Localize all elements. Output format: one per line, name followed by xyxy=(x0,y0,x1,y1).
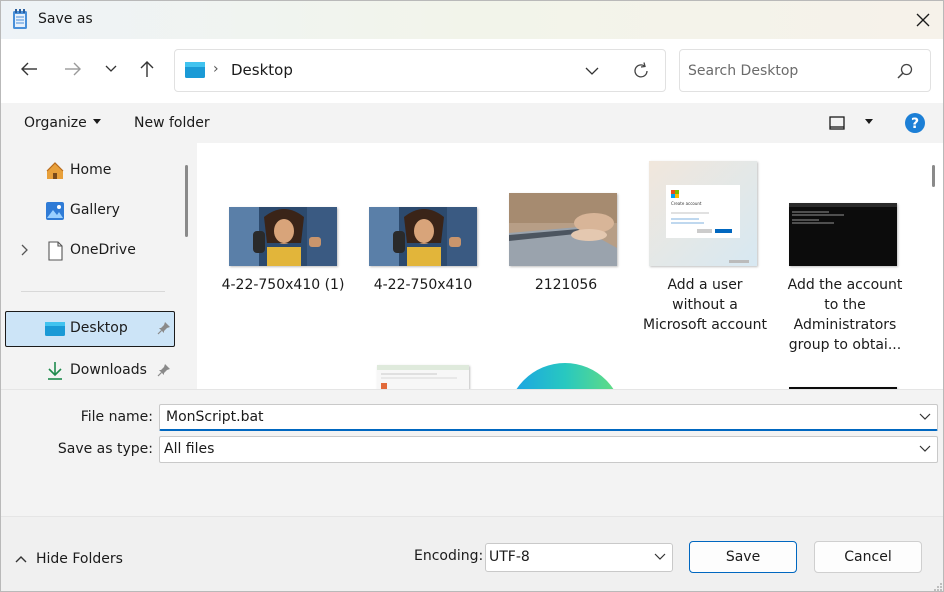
recent-locations-button[interactable] xyxy=(95,53,127,85)
file-name-combobox[interactable] xyxy=(159,404,938,431)
desktop-folder-icon xyxy=(45,322,65,336)
view-layout-icon[interactable] xyxy=(829,115,845,131)
image-thumbnail: Create account xyxy=(649,161,757,266)
file-name-input[interactable] xyxy=(166,409,866,425)
search-icon[interactable] xyxy=(896,62,914,80)
download-icon xyxy=(48,362,62,380)
organize-menu[interactable]: Organize xyxy=(24,115,101,131)
refresh-icon[interactable] xyxy=(631,61,651,81)
pin-icon[interactable] xyxy=(157,363,171,377)
image-thumbnail xyxy=(509,193,617,266)
sidebar-item-home[interactable]: Home xyxy=(5,153,175,189)
dialog-footer: Hide Folders Encoding: UTF-8 Save Cancel xyxy=(1,516,943,592)
up-button[interactable] xyxy=(131,53,163,85)
resize-grip-icon[interactable] xyxy=(933,582,943,592)
gallery-icon xyxy=(46,202,64,220)
file-name: 4-22-750x410 xyxy=(373,277,473,293)
sidebar-item-downloads[interactable]: Downloads xyxy=(5,353,175,389)
sidebar-item-label: Gallery xyxy=(70,202,120,218)
file-name: Add a user without a Microsoft account xyxy=(643,277,767,333)
home-icon xyxy=(46,162,64,179)
image-thumbnail xyxy=(369,207,477,266)
image-thumbnail xyxy=(229,207,337,266)
encoding-label: Encoding: xyxy=(414,548,484,564)
address-bar[interactable]: › Desktop xyxy=(174,49,666,92)
image-thumbnail[interactable] xyxy=(507,361,623,389)
pin-icon[interactable] xyxy=(157,321,171,335)
encoding-value: UTF-8 xyxy=(489,549,530,565)
image-thumbnail[interactable] xyxy=(377,365,469,389)
search-box[interactable] xyxy=(679,49,931,92)
navigation-pane: Home Gallery OneDrive Desktop Downloads xyxy=(1,143,195,389)
file-name: Add the account to the Administrators gr… xyxy=(787,277,903,353)
save-type-select[interactable]: All files xyxy=(159,436,938,463)
navigation-bar: › Desktop xyxy=(1,39,943,103)
file-list-scrollbar[interactable] xyxy=(932,165,935,187)
organize-label: Organize xyxy=(24,115,87,131)
onedrive-icon xyxy=(48,241,63,261)
breadcrumb-desktop[interactable]: Desktop xyxy=(231,61,293,79)
arrow-up-icon xyxy=(140,61,154,77)
breadcrumb-separator: › xyxy=(213,61,219,77)
new-folder-button[interactable]: New folder xyxy=(134,115,210,131)
save-type-label: Save as type: xyxy=(57,441,153,457)
hide-folders-label: Hide Folders xyxy=(36,551,123,567)
sidebar-item-label: OneDrive xyxy=(70,242,136,258)
sidebar-item-gallery[interactable]: Gallery xyxy=(5,193,175,229)
encoding-select[interactable]: UTF-8 xyxy=(485,543,673,572)
save-options-panel: File name: Save as type: All files Hide … xyxy=(1,389,943,592)
close-button[interactable] xyxy=(901,1,943,39)
save-type-value: All files xyxy=(164,441,215,457)
thumb-caption: Create account xyxy=(671,201,702,206)
forward-button[interactable] xyxy=(57,53,89,85)
cancel-button[interactable]: Cancel xyxy=(814,541,922,573)
chevron-down-icon[interactable] xyxy=(919,413,931,421)
chevron-down-icon xyxy=(105,65,117,72)
chevron-down-icon xyxy=(919,445,931,452)
file-name-label: File name: xyxy=(80,409,153,425)
svg-text:?: ? xyxy=(911,116,919,132)
caret-down-icon xyxy=(92,118,101,124)
caret-down-icon xyxy=(865,118,873,124)
file-list: 4-22-750x410 (1) 4-22-750x410 2121056 Cr… xyxy=(197,143,943,389)
arrow-right-icon xyxy=(65,62,81,76)
sidebar-item-label: Desktop xyxy=(70,320,128,336)
chevron-down-icon[interactable] xyxy=(585,62,599,80)
file-name: 4-22-750x410 (1) xyxy=(221,277,345,293)
sidebar-item-onedrive[interactable]: OneDrive xyxy=(5,233,175,269)
view-options-dropdown[interactable] xyxy=(859,115,873,131)
divider xyxy=(21,291,165,292)
save-button[interactable]: Save xyxy=(689,541,797,573)
chevron-down-icon xyxy=(654,553,666,560)
arrow-left-icon xyxy=(21,62,37,76)
command-bar: Organize New folder ? xyxy=(1,103,943,143)
desktop-folder-icon xyxy=(185,62,205,78)
back-button[interactable] xyxy=(13,53,45,85)
chevron-up-icon xyxy=(15,556,27,563)
image-thumbnail xyxy=(789,203,897,266)
hide-folders-button[interactable]: Hide Folders xyxy=(15,551,123,567)
sidebar-item-desktop[interactable]: Desktop xyxy=(5,311,175,347)
close-icon xyxy=(916,13,930,27)
notepad-icon xyxy=(13,9,27,29)
sidebar-item-label: Downloads xyxy=(70,362,147,378)
navigation-scrollbar[interactable] xyxy=(185,165,188,237)
title-bar: Save as xyxy=(1,1,943,39)
window-title: Save as xyxy=(38,11,93,27)
chevron-right-icon[interactable] xyxy=(21,244,29,256)
sidebar-item-label: Home xyxy=(70,162,112,178)
search-input[interactable] xyxy=(688,60,888,82)
help-icon[interactable]: ? xyxy=(904,112,926,134)
save-as-dialog: Save as › Desktop Search Desktop Organiz… xyxy=(0,0,944,592)
file-name: 2121056 xyxy=(534,277,598,293)
